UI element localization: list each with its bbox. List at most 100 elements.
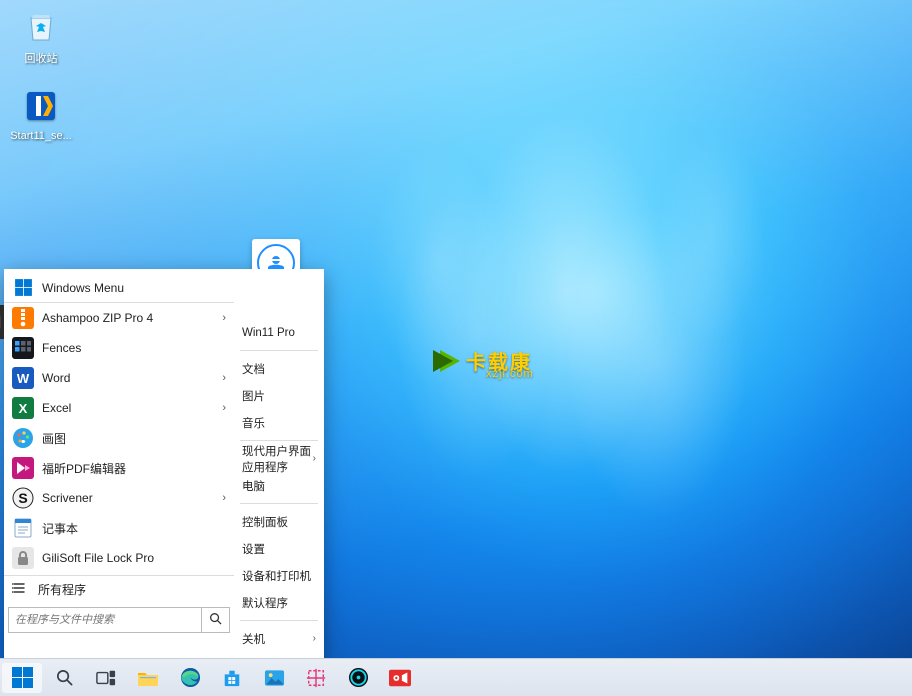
recorder-icon [389, 669, 411, 687]
svg-text:S: S [18, 490, 27, 506]
start-menu-header-label: Windows Menu [42, 281, 124, 295]
power-label: 关机 [242, 631, 265, 647]
chevron-right-icon: › [222, 372, 226, 384]
app-label: Excel [42, 401, 71, 415]
taskview-icon [96, 669, 116, 687]
watermark-url: xzji.com [486, 368, 534, 380]
link-settings[interactable]: 设置 [240, 535, 318, 562]
gallery-icon [264, 669, 285, 687]
all-programs[interactable]: 所有程序 [4, 575, 234, 603]
link-music[interactable]: 音乐 [240, 409, 318, 436]
app-item-excel[interactable]: X Excel › [4, 393, 234, 423]
link-pictures[interactable]: 图片 [240, 382, 318, 409]
taskbar-store-button[interactable] [212, 663, 252, 693]
lock-icon [12, 547, 34, 569]
search-icon [55, 668, 74, 687]
search-icon [209, 612, 222, 625]
svg-text:X: X [19, 401, 28, 416]
desktop: 回收站 Start11_se... 卡载康 xzji.com Windows [0, 0, 912, 696]
all-programs-label: 所有程序 [38, 581, 86, 598]
search-input[interactable] [9, 608, 201, 632]
app-item-lock[interactable]: GiliSoft File Lock Pro [4, 543, 234, 573]
desktop-icon-start11[interactable]: Start11_se... [6, 86, 76, 142]
chevron-right-icon: › [222, 402, 226, 414]
link-label: 现代用户界面应用程序 [242, 443, 313, 475]
chevron-right-icon: › [222, 492, 226, 504]
start-menu-right-column: Win11 Pro 文档 图片 音乐 现代用户界面应用程序› 电脑 控制面板 设… [234, 269, 324, 658]
chevron-right-icon: › [313, 453, 316, 464]
link-control-panel[interactable]: 控制面板 [240, 508, 318, 535]
link-label: 设置 [242, 541, 265, 557]
search-button[interactable] [201, 608, 229, 632]
app-item-word[interactable]: W Word › [4, 363, 234, 393]
snip-icon [306, 668, 326, 688]
app-label: Scrivener [42, 491, 93, 505]
link-modern-apps[interactable]: 现代用户界面应用程序› [240, 445, 318, 472]
edge-icon [180, 667, 201, 688]
notepad-icon [12, 517, 34, 539]
taskbar-edge-button[interactable] [170, 663, 210, 693]
excel-icon: X [12, 397, 34, 419]
start11-installer-icon [21, 86, 61, 126]
chevron-right-icon: › [313, 633, 316, 644]
link-label: 音乐 [242, 415, 265, 431]
link-label: 设备和打印机 [242, 568, 311, 584]
watermark-brand: 卡载康 [466, 346, 532, 375]
link-label: 电脑 [242, 478, 265, 494]
app-item-foxit[interactable]: 福昕PDF编辑器 [4, 453, 234, 483]
taskbar-recorder-button[interactable] [380, 663, 420, 693]
taskbar [0, 658, 912, 696]
paint-icon [12, 427, 34, 449]
groove-icon [348, 667, 369, 688]
user-name-label: Win11 Pro [242, 327, 295, 339]
app-label: Word [42, 371, 70, 385]
recycle-bin-icon [21, 6, 61, 46]
all-programs-icon [12, 581, 30, 598]
link-default-programs[interactable]: 默认程序 [240, 589, 318, 616]
windows-logo-icon [12, 667, 33, 688]
zip-icon [12, 307, 34, 329]
link-label: 图片 [242, 388, 265, 404]
desktop-icon-label: Start11_se... [10, 130, 72, 142]
app-label: 福昕PDF编辑器 [42, 460, 126, 477]
taskbar-snip-button[interactable] [296, 663, 336, 693]
app-item-fences[interactable]: Fences [4, 333, 234, 363]
app-item-zip[interactable]: Ashampoo ZIP Pro 4 › [4, 303, 234, 333]
desktop-icon-label: 回收站 [25, 53, 58, 65]
app-label: GiliSoft File Lock Pro [42, 551, 154, 565]
store-icon [222, 668, 242, 688]
fences-icon [12, 337, 34, 359]
taskbar-start-button[interactable] [2, 663, 42, 693]
foxit-icon [12, 457, 34, 479]
svg-text:W: W [17, 371, 30, 386]
desktop-icon-recycle-bin[interactable]: 回收站 [6, 6, 76, 66]
app-item-notepad[interactable]: 记事本 [4, 513, 234, 543]
start-menu-left-column: Windows Menu Ashampoo ZIP Pro 4 › Fences WW… [4, 269, 234, 658]
watermark-arrow-icon [440, 350, 460, 372]
scrivener-icon: S [12, 487, 34, 509]
power-button[interactable]: 关机 › [240, 625, 318, 652]
folder-icon [137, 669, 159, 687]
app-item-paint[interactable]: 画图 [4, 423, 234, 453]
taskbar-groove-button[interactable] [338, 663, 378, 693]
chevron-right-icon: › [222, 312, 226, 324]
link-documents[interactable]: 文档 [240, 355, 318, 382]
app-label: Fences [42, 341, 81, 355]
start-menu: Windows Menu Ashampoo ZIP Pro 4›FencesWW… [4, 269, 324, 658]
app-label: Ashampoo ZIP Pro 4 [42, 311, 153, 325]
link-label: 默认程序 [242, 595, 288, 611]
taskbar-search-button[interactable] [44, 663, 84, 693]
link-label: 文档 [242, 361, 265, 377]
taskbar-taskview-button[interactable] [86, 663, 126, 693]
start-search [8, 607, 230, 633]
link-computer[interactable]: 电脑 [240, 472, 318, 499]
app-item-scrivener[interactable]: S Scrivener › [4, 483, 234, 513]
start-menu-header[interactable]: Windows Menu [4, 273, 234, 303]
watermark: 卡载康 xzji.com [440, 346, 532, 375]
taskbar-gallery-button[interactable] [254, 663, 294, 693]
word-icon: W [12, 367, 34, 389]
app-label: 画图 [42, 430, 66, 447]
taskbar-explorer-button[interactable] [128, 663, 168, 693]
link-devices[interactable]: 设备和打印机 [240, 562, 318, 589]
user-name-link[interactable]: Win11 Pro [240, 319, 318, 346]
